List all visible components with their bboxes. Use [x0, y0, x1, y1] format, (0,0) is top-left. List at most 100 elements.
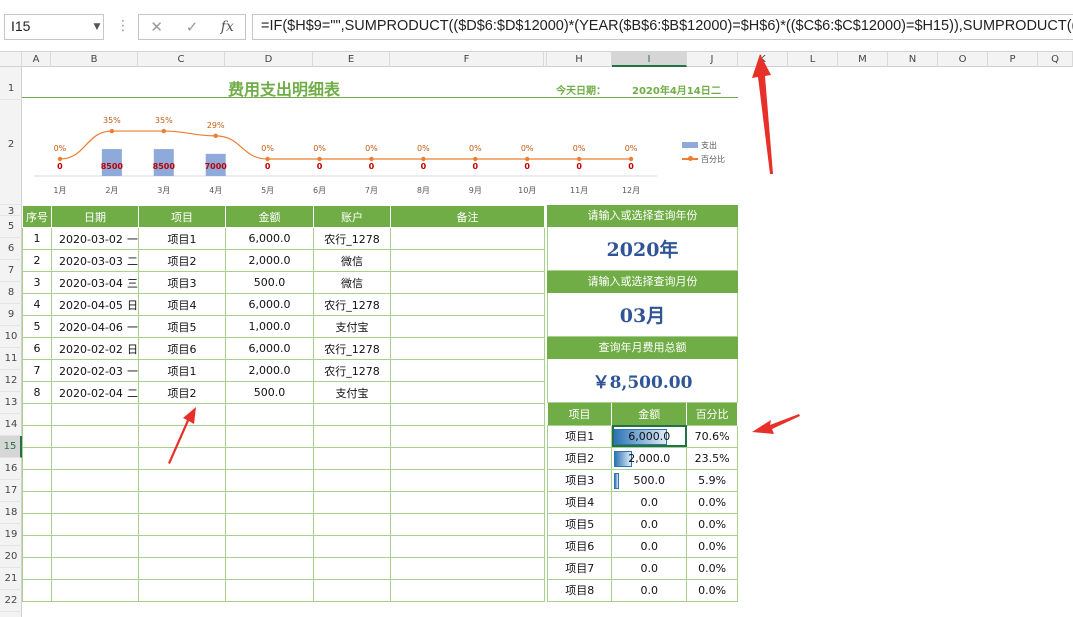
column-header-selected[interactable]: I [612, 52, 687, 67]
summary-amount[interactable]: 0.0 [611, 556, 688, 580]
empty-cell[interactable] [390, 469, 545, 492]
table-cell[interactable] [390, 227, 545, 250]
table-cell[interactable]: 2,000.0 [225, 359, 314, 382]
empty-cell[interactable] [390, 513, 545, 536]
empty-cell[interactable] [225, 469, 314, 492]
table-cell[interactable]: 6,000.0 [225, 227, 314, 250]
column-header[interactable]: Q [1038, 52, 1073, 67]
empty-cell[interactable] [138, 491, 226, 514]
empty-cell[interactable] [22, 469, 52, 492]
column-header[interactable]: B [51, 52, 138, 67]
summary-percent[interactable]: 70.6% [686, 424, 738, 448]
table-cell[interactable]: 项目2 [138, 249, 226, 272]
date-cell[interactable]: 2020-04-05 日 [51, 293, 139, 316]
empty-cell[interactable] [313, 491, 391, 514]
summary-percent[interactable]: 0.0% [686, 490, 738, 514]
table-cell[interactable]: 8 [22, 381, 52, 404]
date-cell[interactable]: 2020-02-02 日 [51, 337, 139, 360]
formula-input[interactable]: =IF($H$9="",SUMPRODUCT(($D$6:$D$12000)*(… [252, 14, 1073, 40]
enter-icon[interactable]: ✓ [177, 18, 207, 36]
summary-amount[interactable]: 0.0 [611, 578, 688, 602]
empty-cell[interactable] [51, 469, 139, 492]
summary-amount[interactable]: 6,000.0 [611, 424, 688, 448]
insert-function-icon[interactable]: fx [212, 19, 242, 35]
empty-cell[interactable] [313, 447, 391, 470]
select-all-corner[interactable] [0, 52, 22, 67]
table-cell[interactable]: 微信 [313, 271, 391, 294]
empty-cell[interactable] [22, 447, 52, 470]
empty-cell[interactable] [51, 579, 139, 602]
empty-cell[interactable] [225, 557, 314, 580]
empty-cell[interactable] [390, 447, 545, 470]
table-cell[interactable]: 项目1 [138, 227, 226, 250]
chevron-down-icon[interactable]: ▼ [90, 14, 104, 40]
cancel-icon[interactable]: ✕ [142, 18, 172, 36]
table-cell[interactable]: 6,000.0 [225, 337, 314, 360]
summary-amount[interactable]: 0.0 [611, 534, 688, 558]
row-header[interactable]: 20 [0, 546, 22, 568]
empty-cell[interactable] [225, 425, 314, 448]
table-cell[interactable] [390, 337, 545, 360]
date-cell[interactable]: 2020-03-02 一 [51, 227, 139, 250]
table-cell[interactable] [390, 249, 545, 272]
summary-item[interactable]: 项目2 [546, 446, 613, 470]
header-cell[interactable]: 日期 [51, 205, 139, 228]
table-cell[interactable]: 2,000.0 [225, 249, 314, 272]
empty-cell[interactable] [225, 491, 314, 514]
empty-cell[interactable] [225, 403, 314, 426]
summary-amount[interactable]: 0.0 [611, 490, 688, 514]
row-header[interactable]: 3 [0, 205, 22, 217]
empty-cell[interactable] [225, 535, 314, 558]
table-cell[interactable] [390, 381, 545, 404]
row-header[interactable]: 2 [0, 100, 22, 205]
column-header[interactable]: L [788, 52, 838, 67]
year-select-cell[interactable]: 2020年 [547, 227, 738, 271]
header-cell[interactable]: 序号 [22, 205, 52, 228]
summary-item[interactable]: 项目1 [546, 424, 613, 448]
table-cell[interactable]: 7 [22, 359, 52, 382]
table-cell[interactable]: 1 [22, 227, 52, 250]
row-header[interactable]: 19 [0, 524, 22, 546]
column-header[interactable]: N [888, 52, 938, 67]
table-cell[interactable] [390, 271, 545, 294]
table-cell[interactable]: 农行_1278 [313, 227, 391, 250]
empty-cell[interactable] [313, 469, 391, 492]
empty-cell[interactable] [22, 535, 52, 558]
month-select-cell[interactable]: 03月 [547, 293, 738, 337]
header-cell[interactable]: 百分比 [686, 403, 738, 425]
total-label[interactable]: 查询年月费用总额 [547, 337, 738, 359]
column-header[interactable]: J [687, 52, 738, 67]
empty-cell[interactable] [138, 579, 226, 602]
row-header[interactable]: 12 [0, 370, 22, 392]
header-cell[interactable]: 金额 [611, 403, 688, 425]
empty-cell[interactable] [51, 425, 139, 448]
table-cell[interactable]: 500.0 [225, 381, 314, 404]
table-cell[interactable]: 项目3 [138, 271, 226, 294]
row-header[interactable]: 16 [0, 458, 22, 480]
table-cell[interactable]: 500.0 [225, 271, 314, 294]
empty-cell[interactable] [51, 557, 139, 580]
table-cell[interactable] [390, 293, 545, 316]
column-header[interactable]: M [838, 52, 888, 67]
row-header[interactable]: 17 [0, 480, 22, 502]
table-cell[interactable]: 农行_1278 [313, 337, 391, 360]
date-cell[interactable]: 2020-03-03 二 [51, 249, 139, 272]
date-cell[interactable]: 2020-02-04 二 [51, 381, 139, 404]
summary-percent[interactable]: 5.9% [686, 468, 738, 492]
empty-cell[interactable] [51, 535, 139, 558]
summary-amount[interactable]: 0.0 [611, 512, 688, 536]
column-header[interactable]: D [225, 52, 313, 67]
table-cell[interactable]: 3 [22, 271, 52, 294]
empty-cell[interactable] [390, 557, 545, 580]
expense-chart[interactable]: 0 0% 1月 8500 35% 2月 8500 35% 3月 7000 29% 4月 0 0% 5月 0 0%… [22, 100, 738, 204]
empty-cell[interactable] [225, 513, 314, 536]
summary-amount[interactable]: 500.0 [611, 468, 688, 492]
header-cell[interactable]: 账户 [313, 205, 391, 228]
row-header[interactable]: 14 [0, 414, 22, 436]
table-cell[interactable] [390, 315, 545, 338]
table-cell[interactable] [390, 359, 545, 382]
row-header[interactable]: 10 [0, 326, 22, 348]
summary-percent[interactable]: 0.0% [686, 534, 738, 558]
date-cell[interactable]: 2020-02-03 一 [51, 359, 139, 382]
table-cell[interactable]: 支付宝 [313, 381, 391, 404]
